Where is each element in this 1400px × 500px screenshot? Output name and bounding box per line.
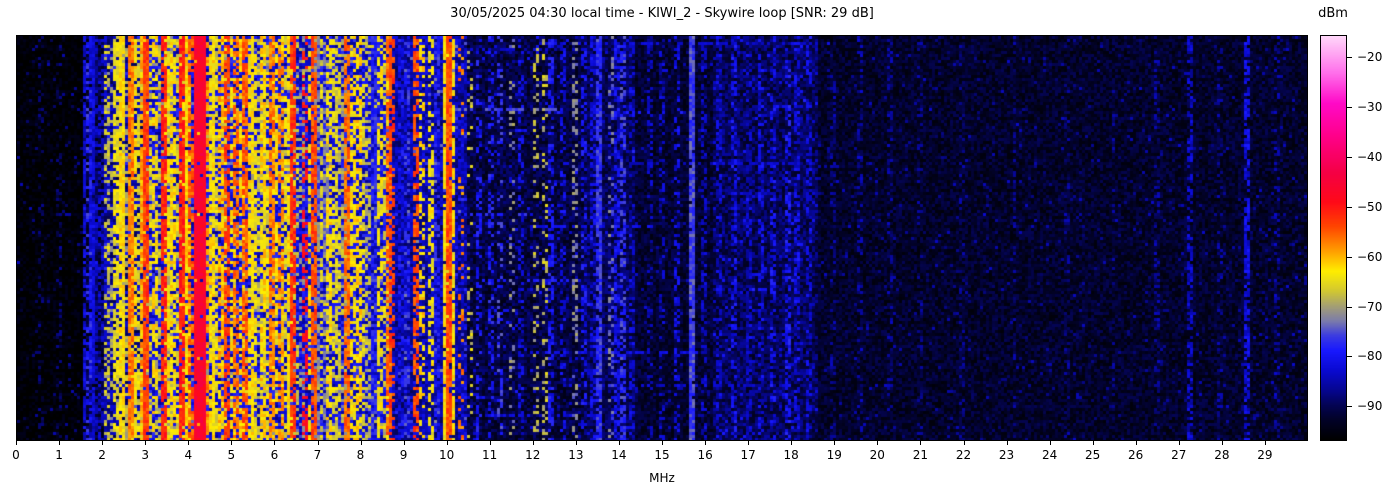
x-tick-label: 18 — [774, 448, 808, 462]
x-tick-label: 23 — [990, 448, 1024, 462]
colorbar-unit-label: dBm — [1309, 6, 1357, 21]
x-tick-label: 24 — [1033, 448, 1067, 462]
x-tick-mark — [834, 441, 835, 445]
x-tick-mark — [619, 441, 620, 445]
x-tick-mark — [59, 441, 60, 445]
colorbar-tick-mark — [1347, 307, 1352, 308]
x-tick-label: 7 — [301, 448, 335, 462]
x-tick-label: 12 — [516, 448, 550, 462]
x-tick-label: 1 — [42, 448, 76, 462]
colorbar-tick-label: −50 — [1357, 200, 1382, 214]
colorbar-tick-mark — [1347, 157, 1352, 158]
x-tick-mark — [748, 441, 749, 445]
colorbar-canvas — [1321, 36, 1346, 440]
colorbar-tick-label: −60 — [1357, 250, 1382, 264]
x-tick-mark — [533, 441, 534, 445]
x-tick-mark — [791, 441, 792, 445]
x-tick-mark — [145, 441, 146, 445]
x-tick-mark — [102, 441, 103, 445]
x-tick-mark — [705, 441, 706, 445]
x-tick-label: 17 — [731, 448, 765, 462]
x-tick-label: 5 — [214, 448, 248, 462]
x-tick-mark — [1093, 441, 1094, 445]
colorbar-tick-label: −30 — [1357, 100, 1382, 114]
x-tick-label: 26 — [1119, 448, 1153, 462]
x-tick-mark — [447, 441, 448, 445]
x-tick-label: 8 — [344, 448, 378, 462]
x-tick-mark — [361, 441, 362, 445]
x-tick-mark — [490, 441, 491, 445]
x-tick-label: 3 — [128, 448, 162, 462]
x-tick-mark — [1222, 441, 1223, 445]
x-tick-mark — [16, 441, 17, 445]
x-tick-mark — [1179, 441, 1180, 445]
x-tick-label: 9 — [387, 448, 421, 462]
x-tick-label: 22 — [947, 448, 981, 462]
waterfall-canvas — [17, 36, 1307, 440]
x-tick-label: 2 — [85, 448, 119, 462]
x-tick-label: 25 — [1076, 448, 1110, 462]
x-tick-label: 14 — [602, 448, 636, 462]
x-tick-mark — [1136, 441, 1137, 445]
x-tick-mark — [1007, 441, 1008, 445]
x-tick-label: 4 — [171, 448, 205, 462]
colorbar — [1320, 35, 1347, 441]
x-tick-label: 0 — [0, 448, 33, 462]
x-tick-label: 6 — [257, 448, 291, 462]
x-tick-label: 20 — [860, 448, 894, 462]
x-tick-label: 29 — [1248, 448, 1282, 462]
x-tick-label: 16 — [688, 448, 722, 462]
x-axis-label: MHz — [16, 471, 1308, 485]
x-tick-label: 21 — [903, 448, 937, 462]
spectrogram-figure: 30/05/2025 04:30 local time - KIWI_2 - S… — [0, 0, 1400, 500]
x-tick-label: 11 — [473, 448, 507, 462]
colorbar-tick-mark — [1347, 107, 1352, 108]
x-tick-mark — [404, 441, 405, 445]
colorbar-tick-mark — [1347, 356, 1352, 357]
chart-title: 30/05/2025 04:30 local time - KIWI_2 - S… — [16, 6, 1308, 22]
x-tick-mark — [274, 441, 275, 445]
x-tick-label: 15 — [645, 448, 679, 462]
colorbar-tick-label: −80 — [1357, 349, 1382, 363]
colorbar-tick-label: −40 — [1357, 150, 1382, 164]
waterfall-plot-area — [16, 35, 1308, 441]
x-tick-mark — [877, 441, 878, 445]
colorbar-tick-mark — [1347, 207, 1352, 208]
x-tick-label: 27 — [1162, 448, 1196, 462]
x-tick-mark — [1265, 441, 1266, 445]
x-tick-label: 28 — [1205, 448, 1239, 462]
colorbar-tick-mark — [1347, 57, 1352, 58]
x-tick-mark — [188, 441, 189, 445]
colorbar-tick-label: −90 — [1357, 399, 1382, 413]
colorbar-tick-mark — [1347, 406, 1352, 407]
colorbar-tick-mark — [1347, 257, 1352, 258]
x-tick-mark — [964, 441, 965, 445]
x-tick-mark — [920, 441, 921, 445]
colorbar-tick-label: −20 — [1357, 50, 1382, 64]
x-tick-mark — [1050, 441, 1051, 445]
x-tick-mark — [662, 441, 663, 445]
x-tick-label: 10 — [430, 448, 464, 462]
x-tick-mark — [231, 441, 232, 445]
x-tick-mark — [318, 441, 319, 445]
x-tick-mark — [576, 441, 577, 445]
x-tick-label: 19 — [817, 448, 851, 462]
x-tick-label: 13 — [559, 448, 593, 462]
colorbar-tick-label: −70 — [1357, 300, 1382, 314]
